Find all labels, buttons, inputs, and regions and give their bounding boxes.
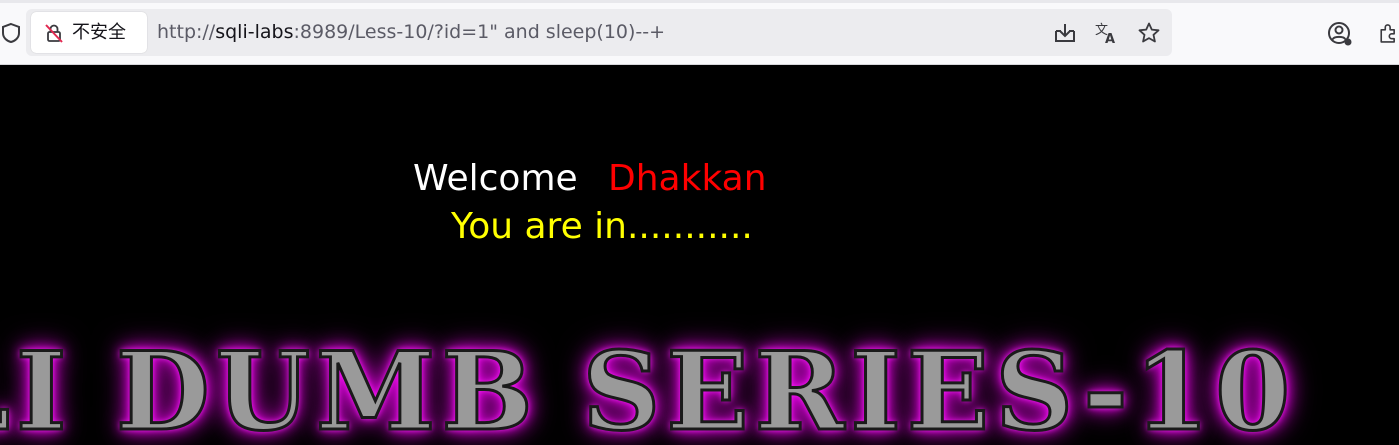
page-content: Welcome Dhakkan You are in........... LI… xyxy=(0,65,1384,445)
url-host: sqli-labs xyxy=(215,21,294,43)
insecure-lock-icon xyxy=(43,22,65,44)
site-security-button[interactable]: 不安全 xyxy=(31,12,147,53)
extensions-icon[interactable] xyxy=(1378,20,1399,46)
page-scrollbar[interactable] xyxy=(1384,65,1399,445)
tab-strip-edge xyxy=(0,0,1399,3)
series-banner: LI DUMB SERIES-10 xyxy=(0,328,1297,445)
user-name: Dhakkan xyxy=(608,158,767,199)
url-text[interactable]: http://sqli-labs:8989/Less-10/?id=1" and… xyxy=(157,20,665,44)
shield-icon[interactable] xyxy=(0,22,22,44)
download-icon[interactable] xyxy=(1052,20,1078,46)
svg-text:A: A xyxy=(1105,32,1115,45)
welcome-line: Welcome Dhakkan xyxy=(413,157,767,201)
bookmark-star-icon[interactable] xyxy=(1136,20,1162,46)
security-label: 不安全 xyxy=(72,22,126,43)
browser-toolbar: 不安全 http://sqli-labs:8989/Less-10/?id=1"… xyxy=(0,0,1399,65)
url-path: :8989/Less-10/?id=1" and sleep(10)--+ xyxy=(293,21,666,43)
url-scheme: http:// xyxy=(157,21,216,43)
account-icon[interactable] xyxy=(1326,20,1354,48)
welcome-label: Welcome xyxy=(413,158,578,199)
translate-icon[interactable]: 文 A xyxy=(1094,20,1120,46)
status-message: You are in........... xyxy=(451,206,753,247)
